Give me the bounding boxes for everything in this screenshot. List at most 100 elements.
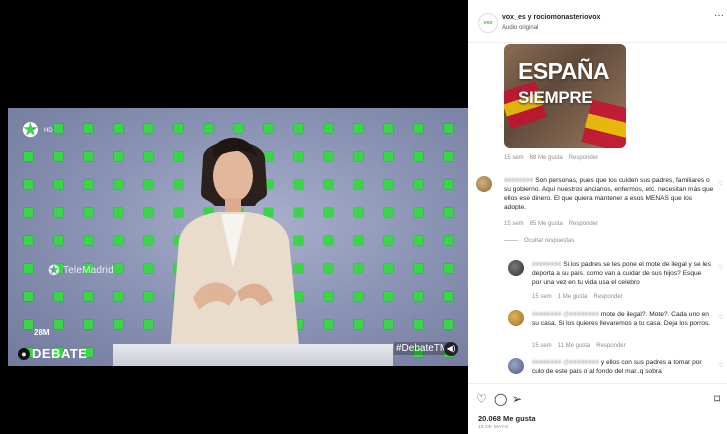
green-square bbox=[414, 264, 423, 273]
reply-button[interactable]: Responder bbox=[596, 343, 625, 349]
comment-like-icon[interactable]: ♡ bbox=[718, 180, 723, 187]
sound-icon[interactable]: ◀) bbox=[444, 342, 458, 356]
reply-username[interactable]: ######## bbox=[532, 359, 561, 366]
meta-likes[interactable]: 1 Me gusta bbox=[558, 294, 588, 300]
green-square bbox=[414, 180, 423, 189]
image-meta: 15 sem 88 Me gusta Responder bbox=[504, 155, 604, 161]
green-square bbox=[24, 208, 33, 217]
green-square bbox=[54, 124, 63, 133]
reply-meta: 15 sem 1 Me gusta Responder bbox=[532, 294, 629, 300]
video-frame[interactable]: ✪ HD ✪ TeleMadrid 28M ● DEBATE #DebateTM … bbox=[8, 108, 468, 366]
share-icon[interactable]: ➢ bbox=[512, 392, 522, 406]
green-square bbox=[384, 264, 393, 273]
reply-like-icon[interactable]: ♡ bbox=[718, 264, 723, 271]
green-square bbox=[24, 152, 33, 161]
reply-button[interactable]: Responder bbox=[569, 155, 598, 161]
debate-logo: 28M ● DEBATE bbox=[16, 328, 87, 366]
comment-body: Son personas, pues que los cuiden sus pa… bbox=[504, 177, 714, 211]
green-square bbox=[54, 152, 63, 161]
image-title-line1: ESPAÑA bbox=[518, 58, 610, 84]
likes-count[interactable]: 20.068 Me gusta bbox=[478, 414, 536, 423]
reply-meta: 15 sem 11 Me gusta Responder bbox=[532, 343, 632, 349]
green-square bbox=[354, 236, 363, 245]
green-square bbox=[114, 180, 123, 189]
comment-icon[interactable]: ◯ bbox=[494, 392, 507, 406]
green-square bbox=[414, 124, 423, 133]
image-title-line2: SIEMPRE bbox=[518, 88, 593, 107]
green-square bbox=[114, 152, 123, 161]
green-square bbox=[24, 264, 33, 273]
video-pane[interactable]: ✪ HD ✪ TeleMadrid 28M ● DEBATE #DebateTM … bbox=[0, 0, 468, 434]
green-square bbox=[414, 292, 423, 301]
channel-hd-label: HD bbox=[44, 128, 53, 134]
green-square bbox=[384, 152, 393, 161]
reply-text: ######## @######## mote de ilegal?. Mote… bbox=[532, 310, 712, 328]
green-square bbox=[114, 236, 123, 245]
green-square bbox=[354, 208, 363, 217]
meta-likes[interactable]: 88 Me gusta bbox=[530, 155, 563, 161]
green-square bbox=[54, 236, 63, 245]
hashtag-label: #DebateTM bbox=[394, 342, 451, 355]
debate-word: DEBATE bbox=[32, 346, 88, 361]
green-square bbox=[114, 292, 123, 301]
meta-likes[interactable]: 11 Me gusta bbox=[558, 343, 591, 349]
green-square bbox=[24, 292, 33, 301]
vox-avatar[interactable]: vox bbox=[478, 13, 498, 33]
green-square bbox=[444, 208, 453, 217]
green-square bbox=[84, 180, 93, 189]
comment-username[interactable]: ######## bbox=[504, 177, 533, 184]
bookmark-icon[interactable]: ⌑ bbox=[714, 392, 720, 406]
avatar[interactable] bbox=[508, 358, 524, 374]
meta-likes[interactable]: 85 Me gusta bbox=[530, 221, 563, 227]
comment-text: ######## Son personas, pues que los cuid… bbox=[504, 176, 714, 212]
green-square bbox=[24, 236, 33, 245]
green-square bbox=[354, 124, 363, 133]
heart-icon[interactable]: ♡ bbox=[476, 392, 487, 406]
avatar[interactable] bbox=[508, 310, 524, 326]
post-username[interactable]: vox_es y rociomonasteriovox bbox=[502, 14, 600, 21]
green-square bbox=[114, 264, 123, 273]
telemadrid-label: TeleMadrid bbox=[62, 265, 114, 276]
green-square bbox=[114, 320, 123, 329]
comment-meta: 15 sem 85 Me gusta Responder bbox=[504, 221, 604, 227]
green-square bbox=[84, 292, 93, 301]
avatar[interactable] bbox=[508, 260, 524, 276]
reply-button[interactable]: Responder bbox=[593, 294, 622, 300]
green-square bbox=[384, 236, 393, 245]
reply-button[interactable]: Responder bbox=[569, 221, 598, 227]
hide-replies-button[interactable]: Ocultar respuestas bbox=[504, 238, 574, 244]
reply-mention[interactable]: @######## bbox=[563, 311, 599, 318]
green-square bbox=[414, 236, 423, 245]
green-square bbox=[354, 180, 363, 189]
post-date: 18 DE MAYO bbox=[478, 425, 509, 430]
reply-mention[interactable]: @######## bbox=[563, 359, 599, 366]
user-icon[interactable]: ● bbox=[18, 348, 30, 360]
green-square bbox=[444, 264, 453, 273]
reply-like-icon[interactable]: ♡ bbox=[718, 314, 723, 321]
debate-date: 28M bbox=[34, 328, 50, 337]
green-square bbox=[84, 152, 93, 161]
green-square bbox=[84, 124, 93, 133]
green-square bbox=[384, 320, 393, 329]
more-icon[interactable]: ··· bbox=[714, 10, 724, 21]
green-square bbox=[114, 208, 123, 217]
green-square bbox=[54, 292, 63, 301]
green-square bbox=[84, 236, 93, 245]
reply-username[interactable]: ######## bbox=[532, 261, 561, 268]
post-image: ESPAÑA SIEMPRE bbox=[504, 44, 626, 148]
avatar[interactable] bbox=[476, 176, 492, 192]
reply-username[interactable]: ######## bbox=[532, 311, 561, 318]
meta-time: 15 sem bbox=[532, 294, 552, 300]
post-sidebar: vox vox_es y rociomonasteriovox Audio or… bbox=[468, 0, 727, 434]
green-square bbox=[84, 208, 93, 217]
audio-label[interactable]: Audio original bbox=[502, 25, 538, 31]
telemadrid-logo: ✪ TeleMadrid bbox=[48, 262, 114, 279]
green-square bbox=[444, 124, 453, 133]
green-square bbox=[444, 152, 453, 161]
post-header: vox vox_es y rociomonasteriovox Audio or… bbox=[468, 0, 727, 43]
green-square bbox=[114, 124, 123, 133]
green-square bbox=[54, 208, 63, 217]
reply-like-icon[interactable]: ♡ bbox=[718, 362, 723, 369]
meta-time: 15 sem bbox=[532, 343, 552, 349]
green-square bbox=[354, 152, 363, 161]
